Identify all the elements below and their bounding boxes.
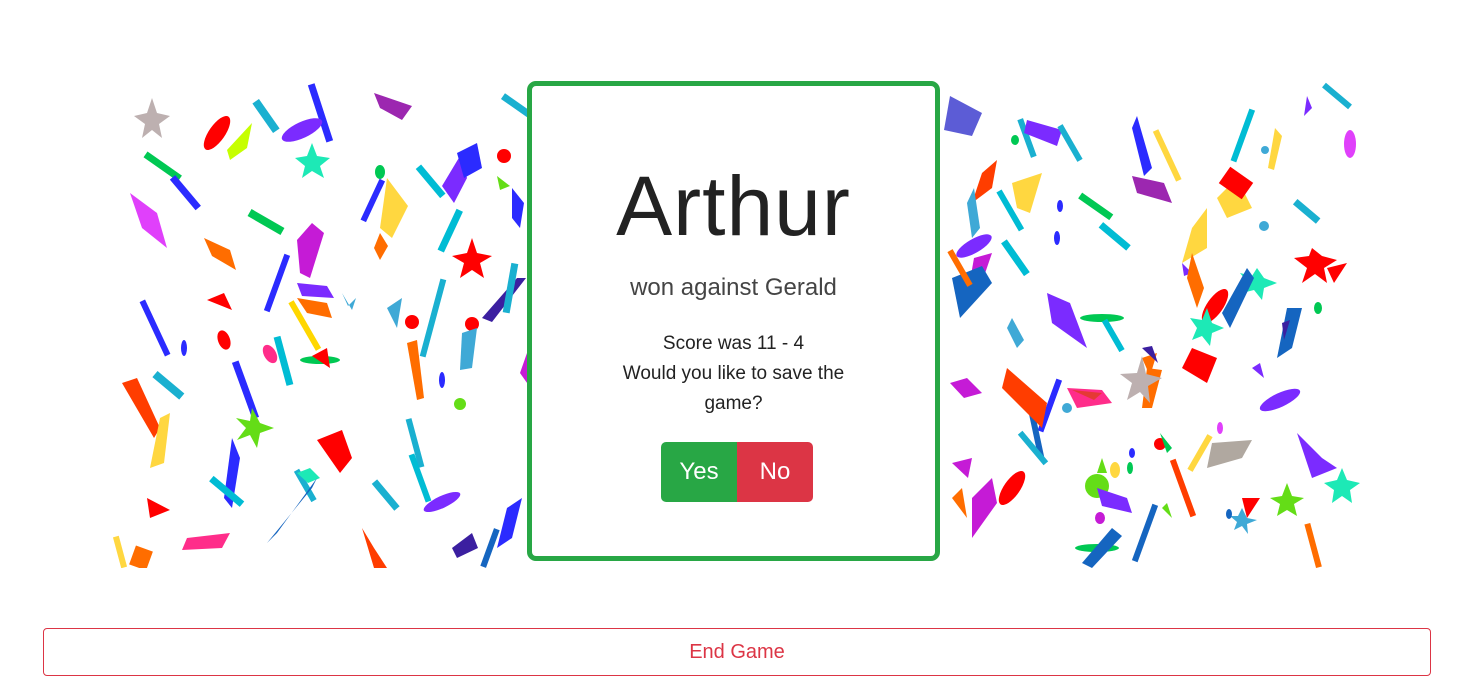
winner-name: Arthur [616, 159, 851, 253]
winner-modal: Arthur won against Gerald Score was 11 -… [527, 81, 940, 561]
score-text: Score was 11 - 4 [662, 333, 805, 354]
save-prompt: Would you like to save the game? [622, 363, 845, 414]
yes-button[interactable]: Yes [661, 442, 737, 502]
winner-subtitle: won against Gerald [630, 274, 837, 301]
score-message: Score was 11 - 4 Would you like to save … [612, 329, 855, 419]
no-button[interactable]: No [737, 442, 813, 502]
end-game-button[interactable]: End Game [43, 628, 1431, 676]
save-button-group: Yes No [661, 442, 813, 502]
game-screen: Arthur won against Gerald Score was 11 -… [0, 0, 1457, 692]
